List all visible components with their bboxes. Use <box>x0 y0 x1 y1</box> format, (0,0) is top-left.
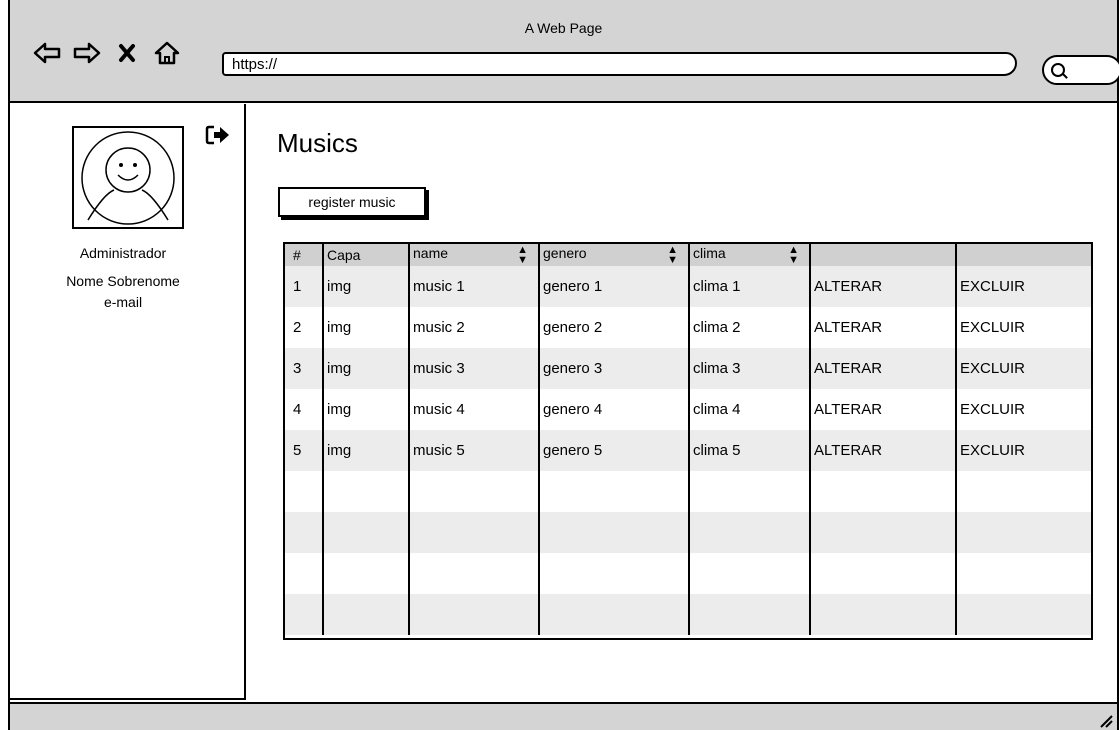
cell-genero: genero 5 <box>538 430 689 471</box>
window-title: A Web Page <box>524 20 603 36</box>
url-input[interactable]: https:// <box>222 52 1017 76</box>
column-header-clima[interactable]: ▲ ▼ clima <box>688 244 810 266</box>
cell-clima: clima 2 <box>688 307 810 348</box>
edit-link[interactable]: ALTERAR <box>809 348 956 389</box>
column-header-genero[interactable]: ▲ ▼ genero <box>538 244 689 266</box>
edit-link[interactable]: ALTERAR <box>809 307 956 348</box>
cell-capa: img <box>322 389 409 430</box>
table-row: 3 img music 3 genero 3 clima 3 ALTERAR E… <box>285 348 1091 389</box>
cell-name: music 5 <box>408 430 539 471</box>
sort-icon: ▲ ▼ <box>788 244 799 266</box>
cell-genero: genero 1 <box>538 266 689 307</box>
delete-link[interactable]: EXCLUIR <box>955 389 1091 430</box>
cell-index: 2 <box>293 319 302 336</box>
page-title: Musics <box>277 128 358 158</box>
close-icon <box>119 44 135 62</box>
cell-clima: clima 4 <box>688 389 810 430</box>
cell-genero: genero 2 <box>538 307 689 348</box>
user-name: Nome Sobrenome <box>66 273 180 289</box>
back-button[interactable] <box>32 40 62 66</box>
table-row: 1 img music 1 genero 1 clima 1 ALTERAR E… <box>285 266 1091 307</box>
column-header-delete <box>955 244 1091 266</box>
table-row: 5 img music 5 genero 5 clima 5 ALTERAR E… <box>285 430 1091 471</box>
table-header-row: # Capa ▲ ▼ name ▲ ▼ genero ▲ ▼ clima <box>285 244 1091 266</box>
search-icon <box>1051 63 1065 77</box>
cell-capa: img <box>322 348 409 389</box>
arrow-left-icon <box>33 42 61 64</box>
register-music-button[interactable]: register music <box>278 187 426 217</box>
cell-genero: genero 4 <box>538 389 689 430</box>
cell-index: 5 <box>293 442 302 459</box>
search-button[interactable] <box>1042 55 1119 85</box>
sidebar: Administrador Nome Sobrenome e-mail <box>10 104 246 700</box>
cell-clima: clima 1 <box>688 266 810 307</box>
logout-button[interactable] <box>205 124 231 146</box>
column-header-capa: Capa <box>322 244 409 266</box>
cell-name: music 3 <box>408 348 539 389</box>
column-header-edit <box>809 244 956 266</box>
home-button[interactable] <box>152 40 182 66</box>
sort-icon: ▲ ▼ <box>667 244 678 266</box>
cell-capa: img <box>322 430 409 471</box>
delete-link[interactable]: EXCLUIR <box>955 266 1091 307</box>
table-row: 2 img music 2 genero 2 clima 2 ALTERAR E… <box>285 307 1091 348</box>
cell-index: 4 <box>293 401 302 418</box>
arrow-right-icon <box>73 42 101 64</box>
sort-icon: ▲ ▼ <box>517 244 528 266</box>
cell-genero: genero 3 <box>538 348 689 389</box>
cell-name: music 4 <box>408 389 539 430</box>
empty-row <box>285 512 1091 553</box>
cell-clima: clima 3 <box>688 348 810 389</box>
cell-capa: img <box>322 307 409 348</box>
avatar <box>72 126 184 229</box>
cell-name: music 2 <box>408 307 539 348</box>
cell-name: music 1 <box>408 266 539 307</box>
empty-row <box>285 553 1091 594</box>
user-email: e-mail <box>103 294 143 310</box>
table-row: 4 img music 4 genero 4 clima 4 ALTERAR E… <box>285 389 1091 430</box>
browser-titlebar: A Web Page https:// <box>10 0 1119 103</box>
cell-clima: clima 5 <box>688 430 810 471</box>
nav-buttons <box>32 40 182 66</box>
logout-icon <box>205 125 229 145</box>
home-icon <box>154 41 180 65</box>
edit-link[interactable]: ALTERAR <box>809 389 956 430</box>
empty-row <box>285 594 1091 635</box>
resize-handle-icon[interactable] <box>1095 710 1113 728</box>
edit-link[interactable]: ALTERAR <box>809 430 956 471</box>
cell-index: 1 <box>293 278 302 295</box>
forward-button[interactable] <box>72 40 102 66</box>
edit-link[interactable]: ALTERAR <box>809 266 956 307</box>
user-avatar-icon <box>81 131 175 225</box>
column-header-name[interactable]: ▲ ▼ name <box>408 244 539 266</box>
cell-capa: img <box>322 266 409 307</box>
status-bar <box>10 702 1117 730</box>
empty-row <box>285 471 1091 512</box>
column-header-index: # <box>285 244 323 266</box>
user-role: Administrador <box>79 245 167 261</box>
delete-link[interactable]: EXCLUIR <box>955 307 1091 348</box>
cell-index: 3 <box>293 360 302 377</box>
delete-link[interactable]: EXCLUIR <box>955 430 1091 471</box>
music-table: # Capa ▲ ▼ name ▲ ▼ genero ▲ ▼ clima 1 img mus… <box>283 242 1093 640</box>
stop-button[interactable] <box>112 40 142 66</box>
delete-link[interactable]: EXCLUIR <box>955 348 1091 389</box>
